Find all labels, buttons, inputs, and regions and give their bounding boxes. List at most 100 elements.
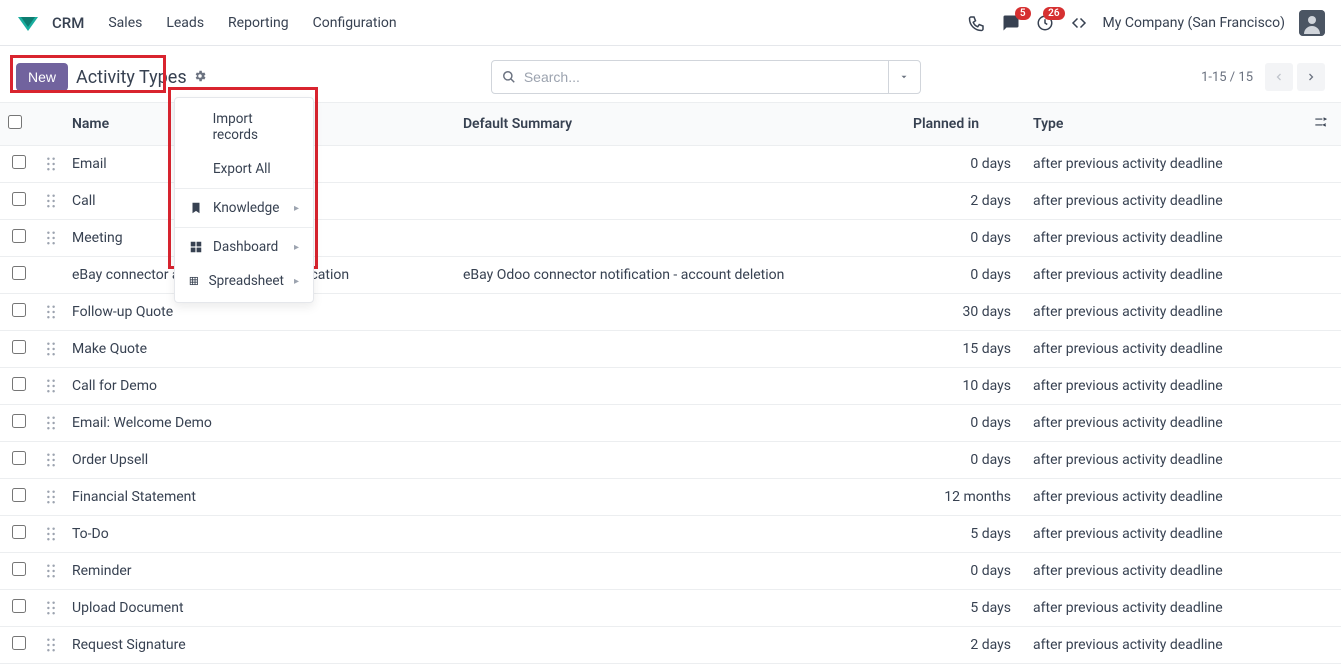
row-check-cell [0, 183, 38, 220]
table-row[interactable]: To-Do5 daysafter previous activity deadl… [0, 516, 1341, 553]
cell-name: To-Do [64, 516, 455, 553]
nav-leads[interactable]: Leads [156, 9, 214, 37]
nav-configuration[interactable]: Configuration [303, 9, 407, 37]
drag-handle-icon[interactable] [38, 516, 64, 553]
menu-import-records[interactable]: Import records [175, 102, 313, 152]
row-check-cell [0, 331, 38, 368]
drag-handle-icon[interactable] [38, 368, 64, 405]
cell-optional [1305, 294, 1341, 331]
header-planned[interactable]: Planned in [905, 103, 1025, 146]
row-checkbox[interactable] [12, 562, 26, 576]
drag-handle-icon[interactable] [38, 220, 64, 257]
menu-knowledge[interactable]: Knowledge ▸ [175, 191, 313, 225]
drag-handle-icon[interactable] [38, 553, 64, 590]
row-checkbox[interactable] [12, 155, 26, 169]
cell-optional [1305, 257, 1341, 294]
row-checkbox[interactable] [12, 599, 26, 613]
drag-handle-icon[interactable] [38, 183, 64, 220]
select-all-checkbox[interactable] [8, 115, 22, 129]
top-navbar: CRM Sales Leads Reporting Configuration … [0, 0, 1341, 46]
user-avatar[interactable] [1299, 10, 1325, 36]
row-checkbox[interactable] [12, 488, 26, 502]
row-checkbox[interactable] [12, 636, 26, 650]
drag-handle-icon[interactable] [38, 146, 64, 183]
cell-summary [455, 220, 905, 257]
cell-type: after previous activity deadline [1025, 442, 1305, 479]
table-row[interactable]: Make Quote15 daysafter previous activity… [0, 331, 1341, 368]
cell-optional [1305, 479, 1341, 516]
cp-center [211, 60, 1201, 94]
drag-handle-icon[interactable] [38, 442, 64, 479]
drag-handle-icon[interactable] [38, 405, 64, 442]
cell-summary [455, 146, 905, 183]
cell-name: Financial Statement [64, 479, 455, 516]
header-select-all [0, 103, 38, 146]
drag-handle-icon[interactable] [38, 627, 64, 664]
search-options-toggle[interactable] [888, 61, 920, 93]
chevron-right-icon: ▸ [294, 242, 299, 253]
row-checkbox[interactable] [12, 192, 26, 206]
cell-optional [1305, 553, 1341, 590]
pager-text[interactable]: 1-15 / 15 [1201, 70, 1253, 85]
activities-icon[interactable]: 26 [1035, 13, 1055, 33]
table-row[interactable]: Call for Demo10 daysafter previous activ… [0, 368, 1341, 405]
row-checkbox[interactable] [12, 266, 26, 280]
row-checkbox[interactable] [12, 414, 26, 428]
header-optional-columns[interactable] [1305, 103, 1341, 146]
row-check-cell [0, 627, 38, 664]
messages-icon[interactable]: 5 [1001, 13, 1021, 33]
cell-summary [455, 331, 905, 368]
debug-icon[interactable] [1069, 13, 1089, 33]
cell-type: after previous activity deadline [1025, 294, 1305, 331]
row-check-cell [0, 405, 38, 442]
navbar-left: CRM Sales Leads Reporting Configuration [16, 9, 407, 37]
header-type[interactable]: Type [1025, 103, 1305, 146]
cell-name: Reminder [64, 553, 455, 590]
nav-sales[interactable]: Sales [98, 9, 152, 37]
drag-handle-icon[interactable] [38, 479, 64, 516]
menu-export-label: Export All [213, 161, 271, 177]
cell-optional [1305, 146, 1341, 183]
row-checkbox[interactable] [12, 377, 26, 391]
drag-handle-icon[interactable] [38, 294, 64, 331]
drag-handle-icon[interactable] [38, 331, 64, 368]
menu-dashboard[interactable]: Dashboard ▸ [175, 230, 313, 264]
cell-planned: 15 days [905, 331, 1025, 368]
row-check-cell [0, 479, 38, 516]
row-checkbox[interactable] [12, 303, 26, 317]
cell-name: Make Quote [64, 331, 455, 368]
pager-prev-button[interactable] [1265, 63, 1293, 91]
breadcrumb-title: Activity Types [68, 67, 187, 88]
cell-type: after previous activity deadline [1025, 368, 1305, 405]
table-row[interactable]: Financial Statement12 monthsafter previo… [0, 479, 1341, 516]
row-checkbox[interactable] [12, 451, 26, 465]
row-check-cell [0, 516, 38, 553]
nav-reporting[interactable]: Reporting [218, 9, 299, 37]
cell-name: Email: Welcome Demo [64, 405, 455, 442]
company-switcher[interactable]: My Company (San Francisco) [1103, 15, 1285, 31]
cell-summary [455, 183, 905, 220]
new-button[interactable]: New [16, 63, 68, 91]
cell-type: after previous activity deadline [1025, 479, 1305, 516]
header-summary[interactable]: Default Summary [455, 103, 905, 146]
voip-icon[interactable] [967, 13, 987, 33]
gear-button[interactable] [189, 65, 211, 90]
cell-planned: 2 days [905, 627, 1025, 664]
cell-type: after previous activity deadline [1025, 516, 1305, 553]
search-input[interactable] [516, 61, 888, 93]
cell-optional [1305, 368, 1341, 405]
app-name[interactable]: CRM [52, 14, 84, 32]
table-row[interactable]: Request Signature2 daysafter previous ac… [0, 627, 1341, 664]
row-checkbox[interactable] [12, 525, 26, 539]
table-row[interactable]: Reminder0 daysafter previous activity de… [0, 553, 1341, 590]
row-check-cell [0, 368, 38, 405]
row-checkbox[interactable] [12, 340, 26, 354]
app-logo-icon[interactable] [16, 13, 40, 33]
cell-summary [455, 442, 905, 479]
menu-export-all[interactable]: Export All [175, 152, 313, 186]
pager-next-button[interactable] [1297, 63, 1325, 91]
table-row[interactable]: Order Upsell0 daysafter previous activit… [0, 442, 1341, 479]
menu-spreadsheet[interactable]: Spreadsheet ▸ [175, 264, 313, 298]
row-checkbox[interactable] [12, 229, 26, 243]
table-row[interactable]: Email: Welcome Demo0 daysafter previous … [0, 405, 1341, 442]
